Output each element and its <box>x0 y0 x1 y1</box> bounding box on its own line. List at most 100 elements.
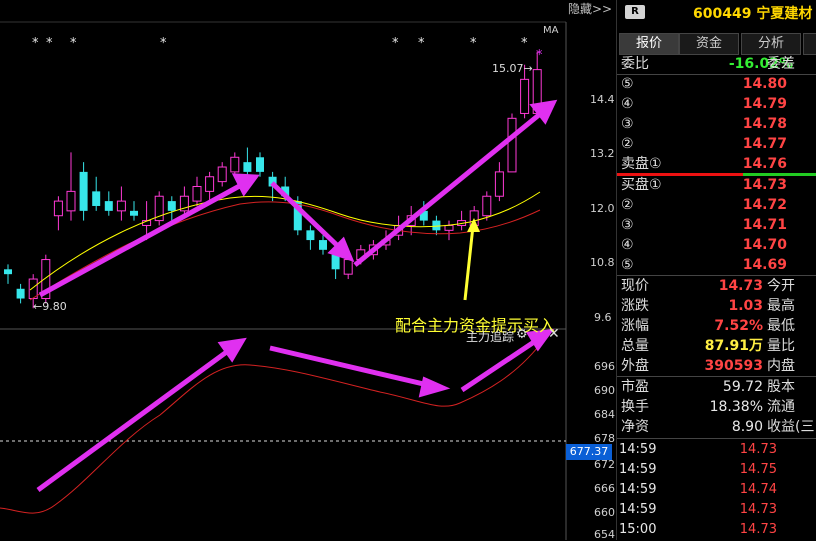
star-marker: * <box>32 36 39 51</box>
candle-body <box>4 269 12 275</box>
fund-value: 8.90 <box>731 419 763 435</box>
ask-price: 14.78 <box>742 116 787 132</box>
close-icon[interactable]: ✕ <box>548 326 560 342</box>
ask-price: 14.77 <box>742 136 787 152</box>
y-tick: 10.8 <box>590 256 615 269</box>
ask-row: ③ 14.78 <box>617 114 816 134</box>
candle-body <box>331 254 340 270</box>
star-marker: * <box>46 36 53 51</box>
ask-row: ② 14.77 <box>617 134 816 154</box>
weibi-label: 委比 <box>621 56 649 72</box>
star-marker: * <box>536 48 543 63</box>
bid-level: ④ <box>621 237 634 253</box>
quote-value: 1.03 <box>728 298 763 314</box>
candle-body <box>53 200 63 217</box>
fund-value: 18.38% <box>709 399 763 415</box>
bid-level: ③ <box>621 217 634 233</box>
bid-price: 14.69 <box>742 257 787 273</box>
bid-row: ② 14.72 <box>617 195 816 215</box>
candle-body <box>104 201 113 211</box>
high-price-label: 15.07→ <box>492 62 533 75</box>
ind-y-tick: 654 <box>594 528 615 541</box>
candle-body <box>243 162 252 172</box>
ask-price: 14.79 <box>742 96 787 112</box>
indicator-current-value: 677.37 <box>566 444 612 460</box>
kline-chart-area[interactable]: 隐藏>> MA * * * * * * * * * 14.4 13.2 12.0… <box>0 0 616 541</box>
quote-label2: 最高 <box>767 298 795 314</box>
tick-price: 14.73 <box>739 442 777 457</box>
tab-analysis[interactable]: 分析 <box>741 33 801 55</box>
candle-body <box>217 166 227 183</box>
trend-arrows <box>36 99 558 493</box>
ind-y-tick: 696 <box>594 360 615 373</box>
bid-row: ⑤ 14.69 <box>617 255 816 275</box>
ask-level: 卖盘① <box>621 156 662 172</box>
quote-value: 87.91万 <box>704 338 763 354</box>
ma-red-line <box>29 201 541 301</box>
bid-price: 14.72 <box>742 197 787 213</box>
fund-label2: 流通 <box>767 399 795 415</box>
quote-label2: 最低 <box>767 318 795 334</box>
candle-body <box>432 220 441 231</box>
ask-level: ④ <box>621 96 634 112</box>
quote-label2: 量比 <box>767 338 795 354</box>
gear-icon[interactable]: ⚙ <box>516 327 528 342</box>
candle-body <box>116 200 126 212</box>
quote-label2: 内盘 <box>767 358 795 374</box>
fund-row: 市盈 59.72 股本 <box>617 377 816 397</box>
candle-body <box>205 176 215 192</box>
y-tick: 14.4 <box>590 93 615 106</box>
ind-y-tick: 690 <box>594 384 615 397</box>
quote-label: 涨跌 <box>621 298 649 314</box>
bid-row: 买盘① 14.73 <box>617 175 816 195</box>
quote-row: 涨跌 1.03 最高 <box>617 296 816 316</box>
bid-row: ③ 14.71 <box>617 215 816 235</box>
candle-body <box>230 156 240 173</box>
candle-body <box>130 210 138 216</box>
indicator-name[interactable]: 主力追踪 <box>466 328 514 345</box>
candle-body <box>494 171 504 197</box>
tick-row: 14:59 14.73 <box>617 440 816 460</box>
hide-button[interactable]: 隐藏>> <box>568 0 616 18</box>
ask-price: 14.76 <box>742 156 787 172</box>
tab-more[interactable] <box>803 33 816 55</box>
yellow-arrow <box>463 225 475 301</box>
quote-label: 现价 <box>621 278 649 294</box>
bid-level: ⑤ <box>621 257 634 273</box>
kline-chart-svg[interactable] <box>0 0 616 540</box>
fund-label2: 收益(三 <box>767 419 815 435</box>
stock-header: R 600449 宁夏建材 <box>617 0 816 24</box>
star-marker: * <box>392 36 399 51</box>
tick-time: 14:59 <box>619 502 657 517</box>
weibi-row: 委比 -16.02% 委差 <box>617 54 816 74</box>
tick-time: 14:59 <box>619 482 657 497</box>
bid-price: 14.71 <box>742 217 787 233</box>
tick-row: 14:59 14.74 <box>617 480 816 500</box>
tick-price: 14.73 <box>739 502 777 517</box>
fund-row: 净资 8.90 收益(三 <box>617 417 816 437</box>
candle-body <box>319 240 327 250</box>
tick-price: 14.73 <box>739 522 777 537</box>
stock-code-name: 600449 宁夏建材 <box>693 6 813 22</box>
quote-label2: 今开 <box>767 278 795 294</box>
ind-y-tick: 666 <box>594 482 615 495</box>
star-marker: * <box>70 36 77 51</box>
tab-quote[interactable]: 报价 <box>619 33 679 55</box>
fund-label: 换手 <box>621 399 649 415</box>
ask-row: ⑤ 14.80 <box>617 74 816 94</box>
star-marker: * <box>160 36 167 51</box>
tick-row: 14:59 14.75 <box>617 460 816 480</box>
fund-label: 净资 <box>621 419 649 435</box>
fund-label: 市盈 <box>621 379 649 395</box>
ask-level: ③ <box>621 116 634 132</box>
y-tick: 9.6 <box>594 311 612 324</box>
tab-funds[interactable]: 资金 <box>679 33 739 55</box>
candle-body <box>167 201 176 211</box>
candle-body <box>192 186 202 202</box>
candle-body <box>306 230 315 241</box>
y-tick: 13.2 <box>590 147 615 160</box>
ask-row: 卖盘① 14.76 <box>617 154 816 174</box>
candle-body <box>16 288 25 299</box>
tick-price: 14.74 <box>739 482 777 497</box>
quote-panel: R 600449 宁夏建材 报价 资金 分析 委比 -16.02% 委差 ⑤ 14… <box>616 0 816 540</box>
